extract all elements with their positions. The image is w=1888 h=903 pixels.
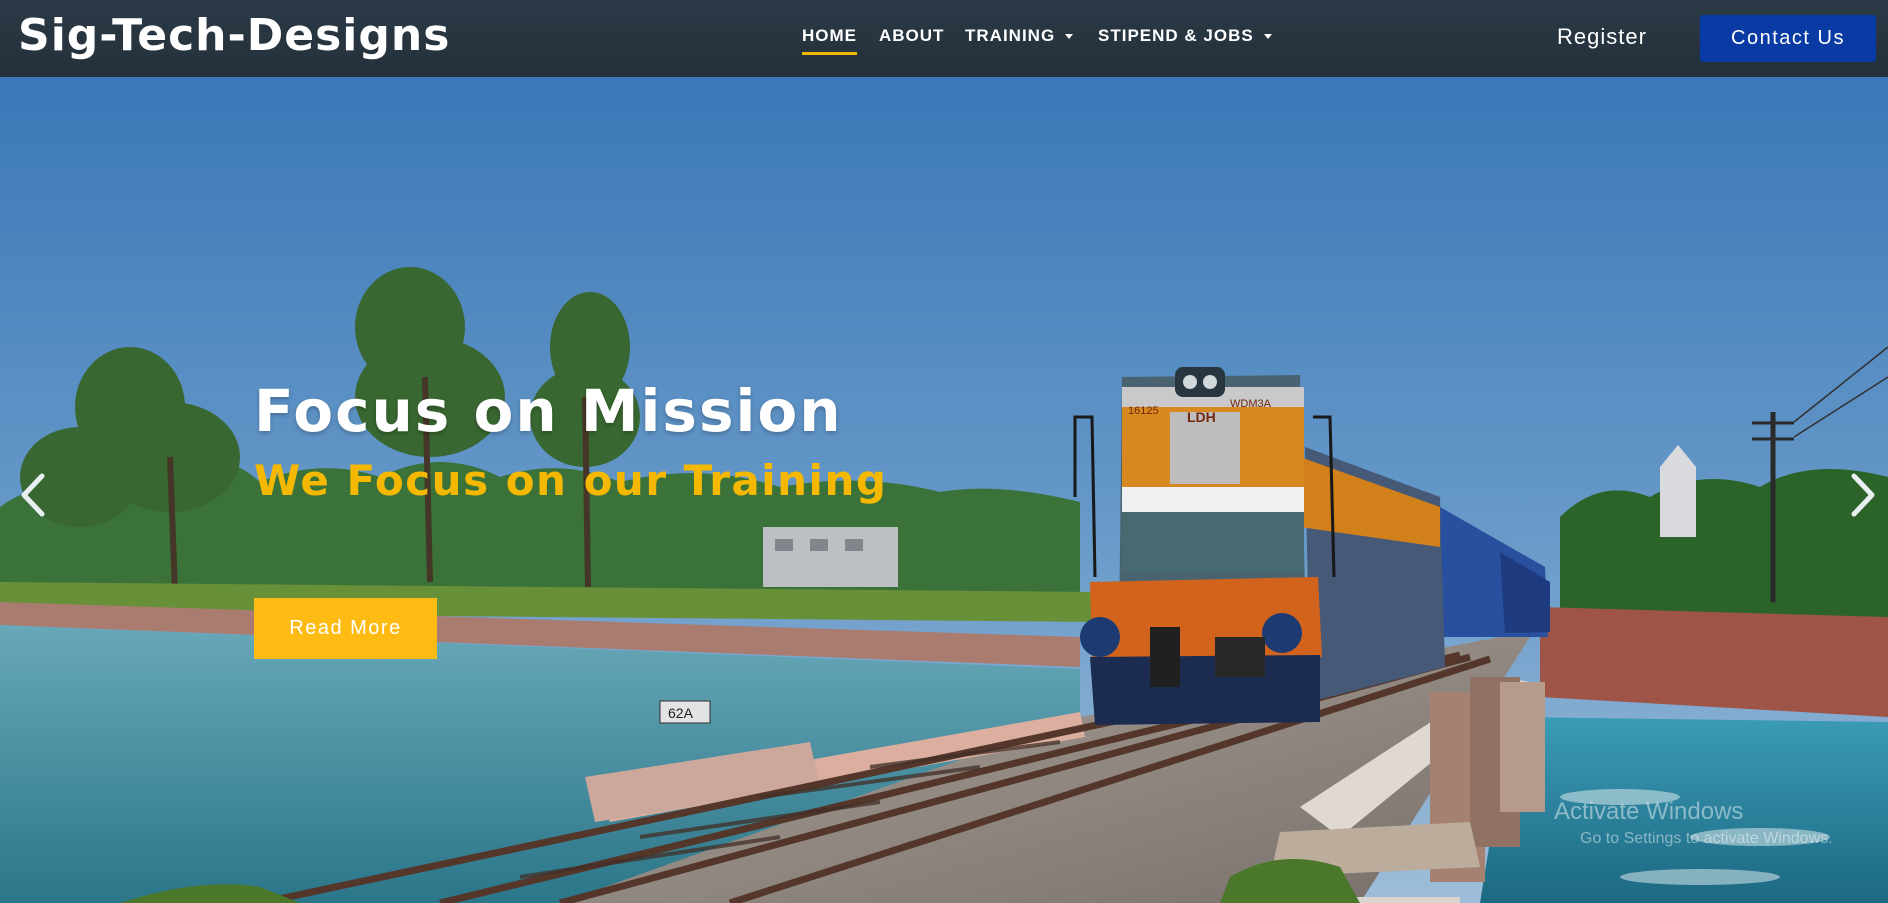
hero-subtitle: We Focus on our Training	[254, 456, 888, 505]
caret-down-icon	[1065, 34, 1074, 40]
hero-title: Focus on Mission	[254, 377, 843, 445]
activate-windows-watermark: Activate Windows	[1554, 798, 1744, 825]
activate-windows-subtext: Go to Settings to activate Windows.	[1580, 830, 1833, 847]
read-more-button[interactable]: Read More	[254, 598, 437, 659]
caret-down-icon	[1263, 34, 1272, 40]
top-navbar: Sig-Tech-Designs HOME ABOUT TRAINING STI…	[0, 0, 1888, 77]
contact-us-button[interactable]: Contact Us	[1700, 15, 1876, 62]
nav-item-label: STIPEND & JOBS	[1098, 26, 1254, 45]
carousel-prev-button[interactable]	[16, 472, 50, 518]
register-link[interactable]: Register	[1557, 22, 1647, 52]
nav-item-stipend-jobs[interactable]: STIPEND & JOBS	[1098, 24, 1272, 54]
nav-item-training[interactable]: TRAINING	[965, 24, 1074, 54]
nav-item-about[interactable]: ABOUT	[879, 24, 944, 54]
carousel-next-button[interactable]	[1846, 472, 1880, 518]
chevron-right-icon	[1851, 473, 1875, 517]
nav-item-label: HOME	[802, 26, 857, 45]
hero-carousel: 62A LDH 16125 WDM3A	[0, 77, 1888, 903]
nav-item-home[interactable]: HOME	[802, 24, 857, 55]
nav-item-label: TRAINING	[965, 26, 1056, 45]
nav-item-label: ABOUT	[879, 26, 945, 45]
brand-logo[interactable]: Sig-Tech-Designs	[18, 8, 450, 64]
chevron-left-icon	[21, 473, 45, 517]
